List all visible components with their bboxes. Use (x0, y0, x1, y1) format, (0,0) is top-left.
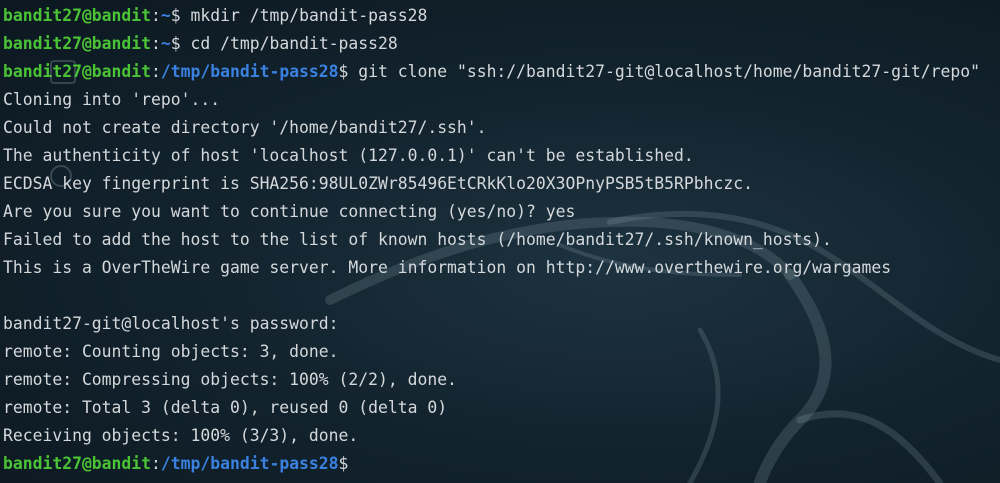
prompt-separator: : (151, 62, 161, 81)
prompt-separator: : (151, 6, 161, 25)
prompt-symbol: $ (338, 454, 349, 473)
output-line: ECDSA key fingerprint is SHA256:98UL0ZWr… (3, 170, 1000, 198)
prompt-path: ~ (160, 34, 171, 53)
output-line: Cloning into 'repo'... (3, 86, 1000, 114)
prompt-path: /tmp/bandit-pass28 (160, 454, 339, 473)
terminal-window[interactable]: bandit27@bandit:~$ mkdir /tmp/bandit-pas… (0, 0, 1000, 483)
output-line: bandit27-git@localhost's password: (3, 310, 1000, 338)
output-text: ECDSA key fingerprint is SHA256:98UL0ZWr… (3, 174, 753, 193)
output-text: bandit27-git@localhost's password: (3, 314, 349, 333)
text-cursor[interactable] (348, 455, 357, 472)
prompt-symbol: $ (170, 34, 191, 53)
output-line: The authenticity of host 'localhost (127… (3, 142, 1000, 170)
command-text: mkdir /tmp/bandit-pass28 (190, 6, 428, 25)
output-text: This is a OverTheWire game server. More … (3, 258, 892, 277)
output-text: Cloning into 'repo'... (3, 90, 221, 109)
prompt-user: bandit27@bandit (3, 34, 152, 53)
command-text: cd /tmp/bandit-pass28 (190, 34, 398, 53)
prompt-user: bandit27@bandit (3, 62, 152, 81)
output-text: The authenticity of host 'localhost (127… (3, 146, 694, 165)
prompt-separator: : (151, 34, 161, 53)
output-line: This is a OverTheWire game server. More … (3, 254, 1000, 282)
output-line: remote: Compressing objects: 100% (2/2),… (3, 366, 1000, 394)
prompt-line: bandit27@bandit:/tmp/bandit-pass28$ git … (3, 58, 1000, 86)
terminal-output: bandit27@bandit:~$ mkdir /tmp/bandit-pas… (3, 2, 1000, 483)
output-text: Receiving objects: 100% (3/3), done. (3, 426, 359, 445)
prompt-user: bandit27@bandit (3, 454, 152, 473)
output-line: Receiving objects: 100% (3/3), done. (3, 422, 1000, 450)
prompt-line: bandit27@bandit:~$ mkdir /tmp/bandit-pas… (3, 2, 1000, 30)
output-text: Are you sure you want to continue connec… (3, 202, 576, 221)
output-line: Could not create directory '/home/bandit… (3, 114, 1000, 142)
prompt-line: bandit27@bandit:/tmp/bandit-pass28$ (3, 450, 1000, 478)
output-line: Failed to add the host to the list of kn… (3, 226, 1000, 254)
output-text: remote: Counting objects: 3, done. (3, 342, 339, 361)
prompt-line: bandit27@bandit:~$ cd /tmp/bandit-pass28 (3, 30, 1000, 58)
output-text: remote: Total 3 (delta 0), reused 0 (del… (3, 398, 448, 417)
output-line: Are you sure you want to continue connec… (3, 198, 1000, 226)
command-text: git clone "ssh://bandit27-git@localhost/… (358, 62, 980, 81)
output-text: Could not create directory '/home/bandit… (3, 118, 487, 137)
output-line: remote: Counting objects: 3, done. (3, 338, 1000, 366)
output-line: remote: Total 3 (delta 0), reused 0 (del… (3, 394, 1000, 422)
prompt-path: /tmp/bandit-pass28 (160, 62, 339, 81)
prompt-symbol: $ (170, 6, 191, 25)
prompt-symbol: $ (338, 62, 359, 81)
prompt-path: ~ (160, 6, 171, 25)
output-text: remote: Compressing objects: 100% (2/2),… (3, 370, 457, 389)
prompt-user: bandit27@bandit (3, 6, 152, 25)
output-text: Failed to add the host to the list of kn… (3, 230, 832, 249)
prompt-separator: : (151, 454, 161, 473)
